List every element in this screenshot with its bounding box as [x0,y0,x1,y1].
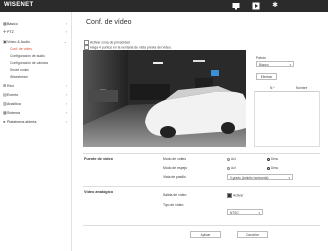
video-preview[interactable] [83,50,246,147]
radio-dot[interactable] [267,166,270,170]
gear-icon[interactable]: ✱ [271,2,279,10]
sidebar: ▦Básico › ✛PTZ › ▣Vídeo & Audio ⌄ Conf. de … [0,12,72,251]
mirror-mode-label: Modo de espejo [163,166,188,170]
apply-button[interactable]: Aplicar [190,231,221,238]
section-title-analog-video: Vídeo analógico [84,190,114,194]
radio-dot[interactable] [227,157,230,161]
chevron-down-icon: ▾ [258,211,260,215]
divider [83,153,320,154]
flip-off-radio[interactable]: Desc [267,157,278,161]
sidebar-subitem-smart-codec[interactable]: Smart codec [10,67,29,73]
sidebar-item-basico[interactable]: ▦Básico › [3,21,67,27]
section-title-video-source: Fuente de vídeo [84,157,113,161]
sidebar-item-red[interactable]: ⊞Red › [3,83,67,89]
column-header-number: N.º [270,86,275,90]
divider [83,225,320,226]
chevron-down-icon: ⌄ [63,39,67,44]
chevron-right-icon: › [65,92,67,97]
chevron-right-icon: › [65,21,67,26]
radio-dot[interactable] [227,166,230,170]
sidebar-item-analitica[interactable]: ▥Analítica › [3,101,67,107]
page-title: Conf. de vídeo [86,19,132,26]
cancel-button[interactable]: Cancelar [237,231,268,238]
sidebar-subitem-audio[interactable]: Configuración de audio [10,53,45,59]
column-header-name: Nombre [296,86,308,90]
monitor-icon[interactable] [232,2,240,10]
sidebar-subitem-camara[interactable]: Configuración de cámara [10,60,48,66]
top-bar: WISENET ✱ [0,0,328,12]
mirror-off-radio[interactable]: Desc [267,166,278,170]
divider [83,186,320,187]
video-output-label: Salida de vídeo [163,193,187,197]
sidebar-item-video-audio[interactable]: ▣Vídeo & Audio ⌄ [3,39,67,45]
flip-mode-label: Modo de volteo [163,157,187,161]
hallway-view-select[interactable]: 0 grado (Ambito horizontal) ▾ [227,174,293,180]
patron-select[interactable]: Blanco ▾ [256,61,294,67]
sidebar-subitem-conf-video[interactable]: Conf. de vídeo [10,46,32,52]
flip-on-radio[interactable]: Act [227,157,236,161]
sidebar-item-plataforma[interactable]: ● Plataforma abierta › [3,119,67,125]
video-type-label: Tipo de vídeo [163,203,184,207]
privacy-zone-table [254,91,320,147]
mirror-on-radio[interactable]: Act [227,166,236,170]
sidebar-subitem-wisestream[interactable]: Wisestream [10,74,28,80]
sidebar-item-ptz[interactable]: ✛PTZ › [3,29,67,35]
video-type-select[interactable]: NTSC ▾ [227,209,263,215]
wisenet-logo: WISENET [4,2,34,8]
checkbox-box[interactable] [227,193,232,198]
chevron-right-icon: › [65,83,67,88]
play-icon[interactable] [252,2,260,10]
chevron-right-icon: › [65,29,67,34]
video-output-checkbox[interactable]: Activar [227,193,243,198]
chevron-down-icon: ▾ [289,63,291,67]
sidebar-item-sistema[interactable]: ▦Sistema › [3,110,67,116]
chevron-down-icon: ▾ [288,176,290,180]
chevron-right-icon: › [65,119,67,124]
patron-label: Patrón [256,56,266,60]
hallway-view-label: Vista de pasillo [163,175,186,179]
chevron-right-icon: › [65,101,67,106]
chevron-right-icon: › [65,110,67,115]
sidebar-item-evento[interactable]: ▤Evento › [3,92,67,98]
radio-dot[interactable] [267,157,270,161]
delete-button[interactable]: Eliminar [256,73,277,80]
